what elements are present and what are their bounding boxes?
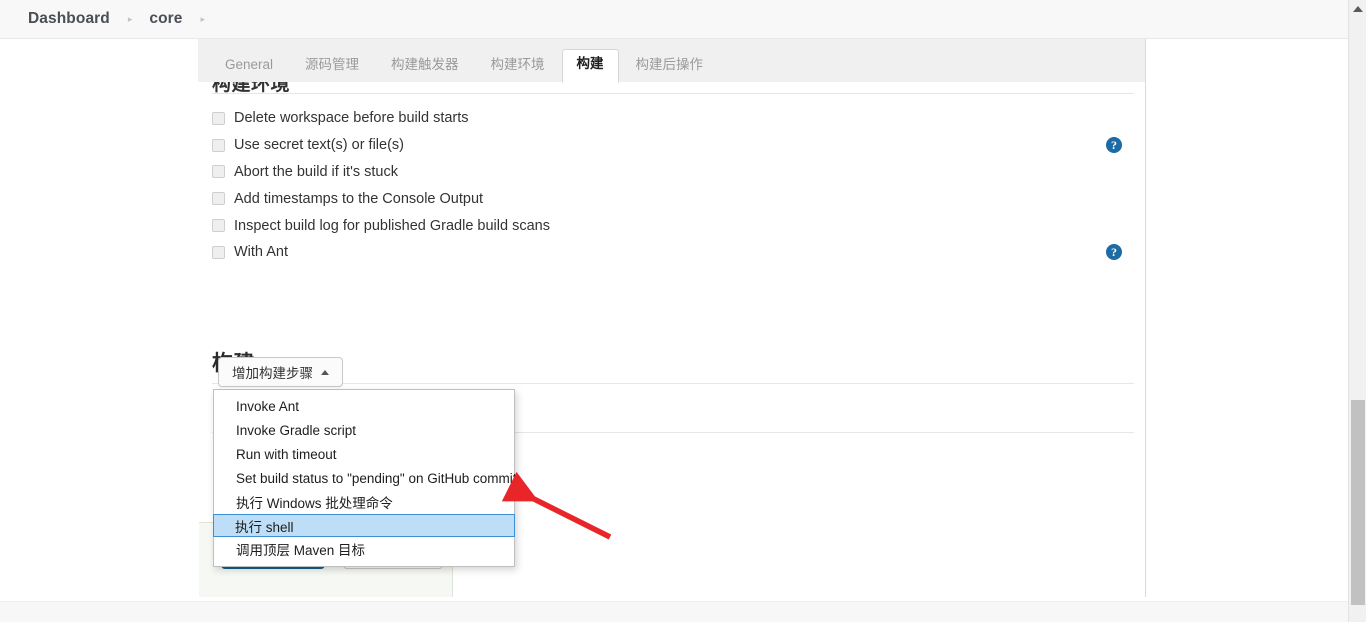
caret-up-icon[interactable]	[1353, 6, 1363, 12]
checkbox-delete-workspace[interactable]	[212, 111, 225, 125]
breadcrumb-item-core[interactable]: core	[149, 10, 182, 28]
checkbox-add-timestamps[interactable]	[212, 192, 225, 206]
chevron-right-icon: ▸	[127, 13, 133, 24]
menu-item-invoke-ant[interactable]: Invoke Ant	[214, 394, 514, 418]
divider	[212, 93, 1134, 94]
build-environment-options: Delete workspace before build starts Use…	[212, 105, 1134, 266]
checkbox-row[interactable]: Abort the build if it's stuck	[212, 159, 1134, 186]
divider	[212, 340, 1134, 384]
checkbox-label: Abort the build if it's stuck	[234, 163, 398, 180]
breadcrumb: Dashboard ▸ core ▸	[0, 0, 1348, 39]
menu-item-execute-shell[interactable]: 执行 shell	[213, 514, 515, 537]
checkbox-label: Use secret text(s) or file(s)	[234, 137, 404, 154]
caret-up-icon	[321, 369, 329, 375]
tab-build[interactable]: 构建	[561, 49, 619, 83]
menu-item-run-with-timeout[interactable]: Run with timeout	[214, 442, 514, 466]
tab-list: General 源码管理 构建触发器 构建环境 构建 构建后操作	[198, 39, 720, 83]
menu-item-invoke-top-level-maven[interactable]: 调用顶层 Maven 目标	[214, 537, 514, 561]
chevron-right-icon: ▸	[200, 13, 206, 24]
tab-post-build-actions[interactable]: 构建后操作	[621, 52, 719, 82]
breadcrumb-item-dashboard[interactable]: Dashboard	[28, 10, 110, 28]
checkbox-inspect-build-log[interactable]	[212, 219, 225, 233]
tab-build-environment[interactable]: 构建环境	[476, 52, 560, 82]
vertical-scrollbar[interactable]	[1348, 0, 1366, 622]
add-build-step-label: 增加构建步骤	[232, 366, 313, 381]
menu-item-execute-windows-batch[interactable]: 执行 Windows 批处理命令	[214, 490, 514, 514]
checkbox-row[interactable]: Delete workspace before build starts	[212, 105, 1134, 132]
tab-general[interactable]: General	[210, 52, 288, 82]
checkbox-with-ant[interactable]	[212, 245, 225, 259]
checkbox-row[interactable]: Use secret text(s) or file(s) ?	[212, 132, 1134, 159]
checkbox-label: Delete workspace before build starts	[234, 110, 469, 127]
build-step-dropdown-menu[interactable]: Invoke Ant Invoke Gradle script Run with…	[213, 389, 516, 567]
checkbox-label: With Ant	[234, 244, 288, 261]
checkbox-row[interactable]: With Ant ?	[212, 239, 1134, 266]
checkbox-row[interactable]: Add timestamps to the Console Output	[212, 185, 1134, 212]
checkbox-label: Inspect build log for published Gradle b…	[234, 217, 550, 234]
add-build-step-button[interactable]: 增加构建步骤	[218, 357, 343, 387]
config-tab-bar: General 源码管理 构建触发器 构建环境 构建 构建后操作	[198, 39, 1146, 83]
page-content: General 源码管理 构建触发器 构建环境 构建 构建后操作 构建环境 De…	[0, 39, 1348, 601]
menu-item-set-build-status-github[interactable]: Set build status to "pending" on GitHub …	[214, 466, 516, 490]
checkbox-row[interactable]: Inspect build log for published Gradle b…	[212, 212, 1134, 239]
checkbox-use-secret-text[interactable]	[212, 138, 225, 152]
help-icon[interactable]: ?	[1106, 137, 1122, 154]
menu-item-invoke-gradle-script[interactable]: Invoke Gradle script	[214, 418, 514, 442]
tab-source-management[interactable]: 源码管理	[290, 52, 374, 82]
help-icon[interactable]: ?	[1106, 244, 1122, 261]
checkbox-abort-if-stuck[interactable]	[212, 165, 225, 179]
tab-build-triggers[interactable]: 构建触发器	[376, 52, 474, 82]
checkbox-label: Add timestamps to the Console Output	[234, 190, 484, 207]
page-footer	[0, 601, 1348, 622]
scrollbar-thumb[interactable]	[1351, 400, 1365, 605]
